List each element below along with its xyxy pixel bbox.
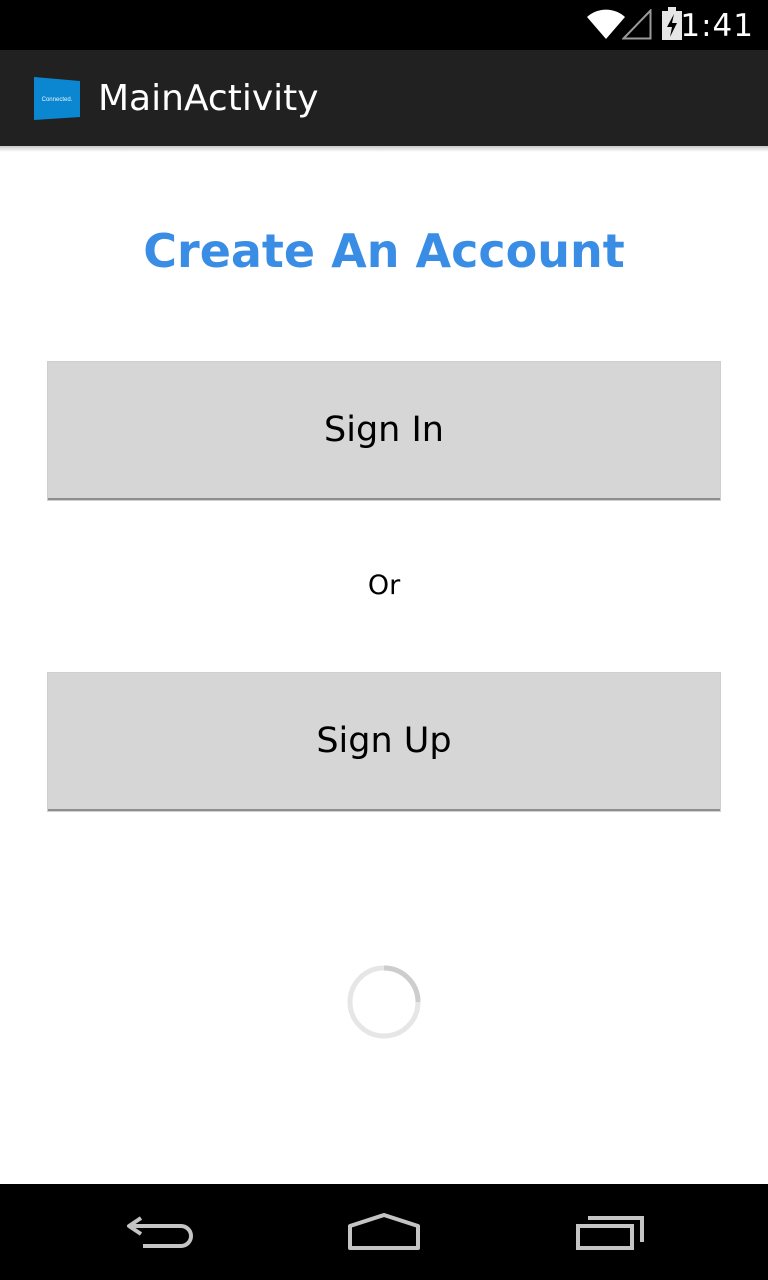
sign-up-button[interactable]: Sign Up bbox=[48, 673, 720, 811]
status-bar: 1:41 bbox=[0, 0, 768, 50]
recent-apps-button[interactable] bbox=[530, 1184, 690, 1280]
page-heading: Create An Account bbox=[143, 224, 625, 278]
app-logo-text: Connected. bbox=[42, 97, 73, 103]
app-logo[interactable]: Connected. bbox=[33, 74, 81, 122]
recent-apps-icon bbox=[576, 1216, 644, 1250]
back-button[interactable] bbox=[80, 1184, 240, 1280]
home-button[interactable] bbox=[304, 1184, 464, 1280]
sign-in-button[interactable]: Sign In bbox=[48, 362, 720, 500]
wifi-icon bbox=[587, 9, 625, 39]
navigation-bar bbox=[0, 1184, 768, 1280]
home-icon bbox=[348, 1213, 420, 1250]
status-time: 1:41 bbox=[680, 8, 754, 44]
or-label: Or bbox=[367, 570, 401, 601]
action-bar-shadow bbox=[0, 146, 768, 152]
action-bar: Connected. MainActivity bbox=[0, 50, 768, 146]
app-title: MainActivity bbox=[98, 78, 319, 119]
cell-signal-icon bbox=[622, 9, 652, 40]
spinner-icon bbox=[347, 965, 421, 1039]
back-icon bbox=[127, 1216, 193, 1248]
